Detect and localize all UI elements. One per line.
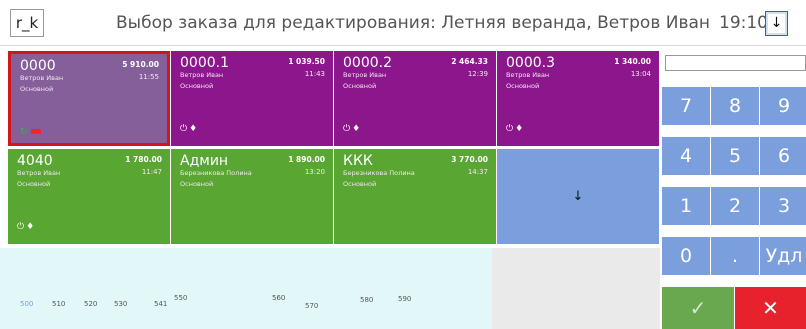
order-name: ККК: [343, 153, 373, 169]
order-time: 11:43: [304, 70, 325, 78]
order-waiter: Березникова Полина: [180, 169, 252, 177]
order-time: 14:37: [467, 168, 488, 176]
order-time: 13:20: [304, 168, 325, 176]
sync-icon: ↻: [20, 127, 28, 137]
key-0[interactable]: 0: [662, 237, 710, 275]
app-name: r_k: [10, 9, 44, 37]
key-5[interactable]: 5: [711, 137, 759, 175]
order-status-icons: ⏻ ♦: [180, 124, 199, 134]
order-waiter: Ветров Иван: [17, 169, 61, 177]
order-sum: 1 039.50: [288, 57, 325, 66]
pin-icon: ♦: [515, 124, 524, 134]
order-waiter: Ветров Иван: [20, 74, 64, 82]
checkmark-icon: ✓: [689, 296, 707, 320]
order-tile[interactable]: 4040 1 780.00 Ветров Иван 11:47 Основной…: [8, 149, 170, 244]
key-8[interactable]: 8: [711, 87, 759, 125]
order-name: 0000: [20, 58, 56, 74]
order-sum: 5 910.00: [122, 60, 159, 69]
power-icon: ⏻: [180, 124, 188, 134]
pin-icon: ♦: [352, 124, 361, 134]
key-6[interactable]: 6: [760, 137, 806, 175]
order-tile[interactable]: Админ 1 890.00 Березникова Полина 13:20 …: [171, 149, 333, 244]
cancel-button[interactable]: ✕: [735, 287, 806, 329]
order-tile[interactable]: 0000.3 1 340.00 Ветров Иван 13:04 Основн…: [497, 51, 659, 146]
dropdown-menu-button[interactable]: ↓: [765, 11, 788, 36]
pin-icon: ♦: [26, 222, 35, 232]
table-button[interactable]: 590: [398, 295, 411, 303]
order-tile[interactable]: 0000.2 2 464.33 Ветров Иван 12:39 Основн…: [334, 51, 496, 146]
numeric-keypad: 7 8 9 4 5 6 1 2 3 0 . Удл ✓ ✕: [662, 51, 806, 329]
key-4[interactable]: 4: [662, 137, 710, 175]
keypad-input[interactable]: [665, 55, 806, 71]
power-icon: ⏻: [17, 222, 25, 232]
order-waiter: Березникова Полина: [343, 169, 415, 177]
table-button[interactable]: 560: [272, 294, 285, 302]
order-waiter: Ветров Иван: [506, 71, 550, 79]
tables-strip: 500 510 520 530 541 550 560 570 580 590: [0, 248, 492, 329]
key-dot[interactable]: .: [711, 237, 759, 275]
table-button[interactable]: 570: [305, 302, 318, 310]
table-button[interactable]: 520: [84, 300, 97, 308]
order-tile[interactable]: 0000 5 910.00 Ветров Иван 11:55 Основной…: [8, 51, 170, 146]
order-status-icons: ⏻ ♦: [506, 124, 525, 134]
order-time: 11:55: [138, 73, 159, 81]
scroll-down-button[interactable]: ↓: [497, 149, 659, 244]
key-7[interactable]: 7: [662, 87, 710, 125]
order-sum: 2 464.33: [451, 57, 488, 66]
order-sum: 1 340.00: [614, 57, 651, 66]
table-button[interactable]: 541: [154, 300, 167, 308]
order-sum: 3 770.00: [451, 155, 488, 164]
order-sum: 1 780.00: [125, 155, 162, 164]
order-sum: 1 890.00: [288, 155, 325, 164]
order-tile[interactable]: 0000.1 1 039.50 Ветров Иван 11:43 Основн…: [171, 51, 333, 146]
table-button[interactable]: 500: [20, 300, 33, 308]
orders-grid: 0000 5 910.00 Ветров Иван 11:55 Основной…: [0, 51, 660, 329]
order-time: 11:47: [141, 168, 162, 176]
order-tile[interactable]: ККК 3 770.00 Березникова Полина 14:37 Ос…: [334, 149, 496, 244]
order-status-icons: ⏻ ♦: [343, 124, 362, 134]
order-waiter: Ветров Иван: [343, 71, 387, 79]
arrow-down-icon: ↓: [572, 189, 584, 204]
order-time: 13:04: [630, 70, 651, 78]
pin-icon: ♦: [189, 124, 198, 134]
order-name: 0000.3: [506, 55, 555, 71]
table-button[interactable]: 530: [114, 300, 127, 308]
order-time: 12:39: [467, 70, 488, 78]
order-menu: Основной: [343, 180, 377, 188]
order-menu: Основной: [180, 82, 214, 90]
order-name: Админ: [180, 153, 229, 169]
confirm-button[interactable]: ✓: [662, 287, 734, 329]
table-button[interactable]: 510: [52, 300, 65, 308]
key-1[interactable]: 1: [662, 187, 710, 225]
order-menu: Основной: [506, 82, 540, 90]
key-3[interactable]: 3: [760, 187, 806, 225]
power-icon: ⏻: [343, 124, 351, 134]
order-menu: Основной: [180, 180, 214, 188]
key-delete[interactable]: Удл: [760, 237, 806, 275]
key-9[interactable]: 9: [760, 87, 806, 125]
close-icon: ✕: [762, 296, 779, 320]
order-menu: Основной: [17, 180, 51, 188]
order-name: 0000.1: [180, 55, 229, 71]
order-menu: Основной: [20, 85, 54, 93]
order-waiter: Ветров Иван: [180, 71, 224, 79]
order-status-icons: ↻: [20, 127, 41, 137]
order-name: 4040: [17, 153, 53, 169]
table-button[interactable]: 580: [360, 296, 373, 304]
key-2[interactable]: 2: [711, 187, 759, 225]
minus-icon: [30, 129, 41, 134]
order-menu: Основной: [343, 82, 377, 90]
empty-panel: [492, 248, 660, 329]
header-bar: r_k Выбор заказа для редактирования: Лет…: [0, 0, 806, 46]
power-icon: ⏻: [506, 124, 514, 134]
table-button[interactable]: 550: [174, 294, 187, 302]
order-status-icons: ⏻ ♦: [17, 222, 36, 232]
page-title: Выбор заказа для редактирования: Летняя …: [116, 13, 711, 33]
clock: 19:10: [719, 13, 768, 33]
order-name: 0000.2: [343, 55, 392, 71]
